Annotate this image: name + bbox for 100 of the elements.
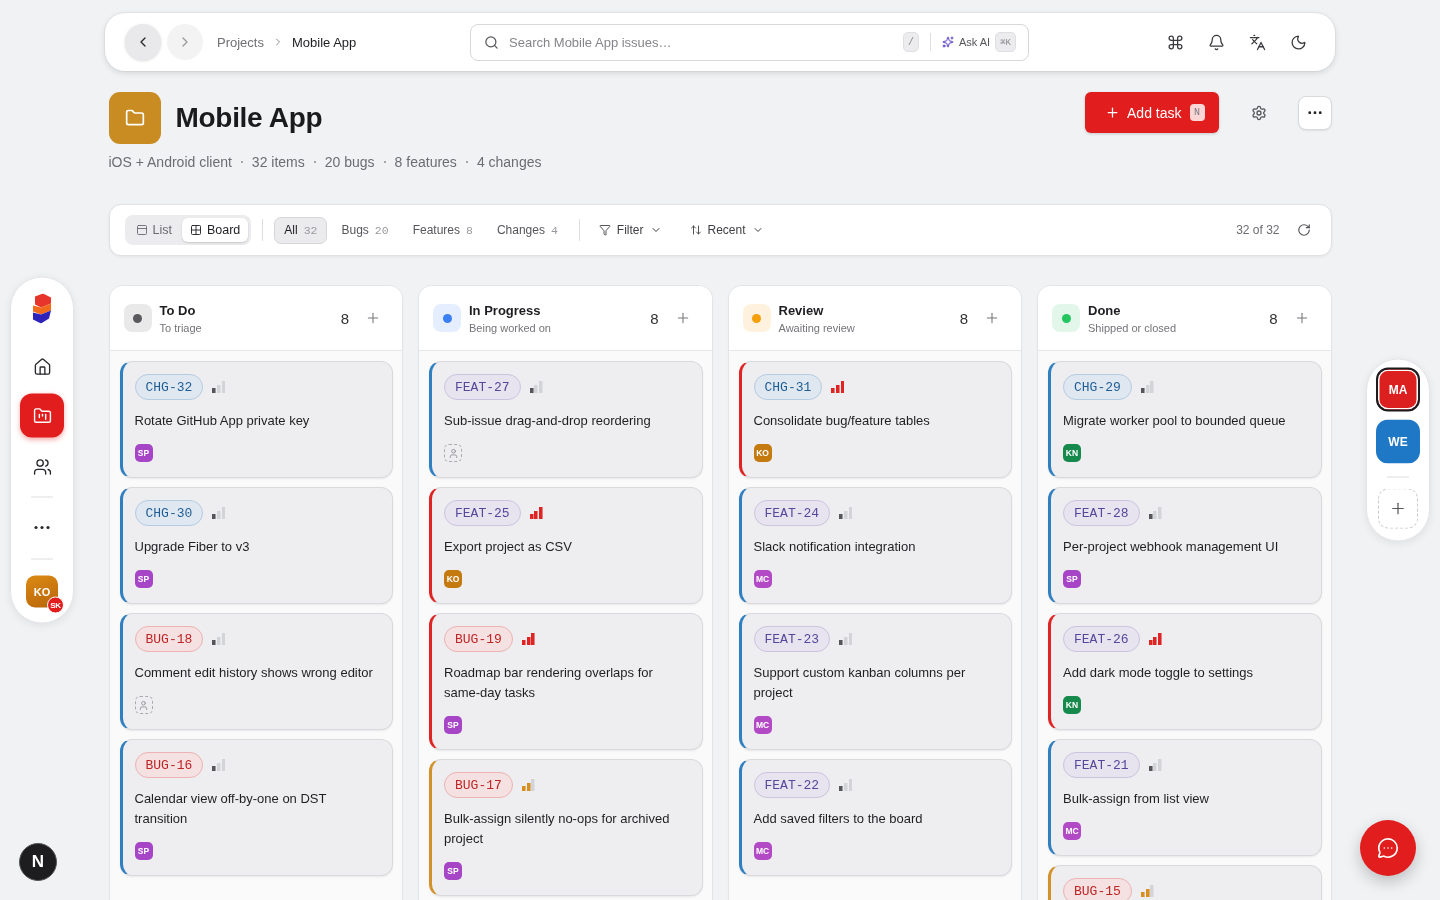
back-button[interactable] — [125, 24, 161, 60]
nav-item[interactable] — [20, 393, 64, 438]
task-card[interactable]: CHG-32 Rotate GitHub App private key SP — [119, 361, 393, 478]
task-title: Roadmap bar rendering overlaps for same-day tasks — [444, 664, 654, 702]
issue-id: BUG-17 — [444, 772, 513, 798]
filter-tab[interactable]: Features 8 — [402, 216, 483, 244]
assignee-avatar: KN — [1063, 696, 1081, 714]
chat-button[interactable] — [1360, 820, 1416, 876]
project-meta: 4 changes — [476, 154, 542, 170]
search-field[interactable]: Search Mobile App issues… / Ask AI ⌘K — [470, 23, 1029, 61]
column-count: 8 — [650, 309, 659, 327]
dev-badge[interactable]: N — [19, 843, 57, 881]
task-card[interactable]: BUG-19 Roadmap bar rendering overlaps for same-day tasks SP — [429, 613, 703, 750]
issue-id: FEAT-26 — [1063, 626, 1140, 652]
filter-tab[interactable]: All 32 — [274, 216, 328, 244]
task-card[interactable]: FEAT-28 Per-project webhook management UI SP — [1048, 487, 1322, 604]
task-card[interactable]: CHG-30 Upgrade Fiber to v3 SP — [119, 487, 393, 604]
issue-id: CHG-32 — [134, 374, 204, 400]
view-tab[interactable]: Board — [181, 218, 249, 242]
assignee-avatar: KO — [444, 570, 462, 588]
column-count: 8 — [340, 309, 349, 327]
bell-icon[interactable] — [1208, 33, 1225, 51]
column-count: 8 — [1269, 309, 1278, 327]
workspace-tile[interactable]: MA — [1376, 367, 1420, 412]
task-title: Consolidate bug/feature tables — [753, 412, 930, 430]
task-title: Rotate GitHub App private key — [134, 412, 310, 430]
assignee-avatar: SP — [134, 842, 153, 860]
filter-tab[interactable]: Bugs 20 — [331, 216, 399, 244]
plus-icon — [1105, 105, 1120, 120]
project-title: Mobile App — [175, 102, 323, 134]
add-card-icon[interactable] — [984, 310, 1000, 326]
view-tab[interactable]: List — [127, 218, 180, 242]
refresh-icon[interactable] — [1296, 223, 1311, 237]
task-card[interactable]: FEAT-21 Bulk-assign from list view MC — [1048, 739, 1322, 856]
kanban-folder-icon — [32, 406, 52, 425]
users-icon — [32, 457, 52, 476]
funnel-icon — [598, 224, 611, 236]
task-title: Upgrade Fiber to v3 — [134, 538, 250, 556]
task-title: Per-project webhook management UI — [1063, 538, 1279, 556]
issue-id: CHG-30 — [134, 500, 204, 526]
issue-id: FEAT-22 — [753, 772, 831, 798]
sort-icon — [689, 224, 702, 236]
assignee-avatar: SP — [134, 444, 153, 462]
task-card[interactable]: FEAT-24 Slack notification integration MC — [738, 487, 1012, 604]
column-subtitle: Shipped or closed — [1088, 321, 1177, 334]
assignee-avatar: MC — [753, 842, 772, 860]
chat-icon — [1377, 837, 1399, 859]
task-card[interactable]: BUG-17 Bulk-assign silently no-ops for archived project SP — [429, 759, 703, 896]
list-icon — [135, 224, 148, 236]
issue-id: BUG-19 — [444, 626, 513, 652]
task-title: Migrate worker pool to bounded queue — [1063, 412, 1286, 430]
breadcrumb-current: Mobile App — [291, 34, 357, 50]
unassigned-user-icon — [134, 696, 153, 714]
issue-id: FEAT-25 — [444, 500, 521, 526]
sort-button[interactable]: Recent — [681, 216, 772, 244]
task-card[interactable]: BUG-15 — [1048, 865, 1322, 900]
project-meta: 32 items — [251, 154, 305, 170]
task-title: Comment edit history shows wrong editor — [134, 664, 373, 682]
task-card[interactable]: CHG-31 Consolidate bug/feature tables KO — [738, 361, 1012, 478]
filter-button[interactable]: Filter — [590, 216, 670, 244]
task-card[interactable]: BUG-18 Comment edit history shows wrong editor — [119, 613, 393, 730]
issue-id: FEAT-24 — [753, 500, 831, 526]
translate-icon[interactable] — [1249, 33, 1266, 51]
breadcrumb-link[interactable]: Projects — [217, 34, 264, 50]
command-icon[interactable] — [1167, 33, 1184, 51]
column-subtitle: Awaiting review — [778, 321, 855, 334]
ellipsis-icon — [1307, 110, 1322, 115]
assignee-avatar: KN — [1063, 444, 1081, 462]
task-card[interactable]: FEAT-23 Support custom kanban columns per project MC — [738, 613, 1012, 750]
task-card[interactable]: FEAT-26 Add dark mode toggle to settings KN — [1048, 613, 1322, 730]
task-card[interactable]: FEAT-25 Export project as CSV KO — [429, 487, 703, 604]
task-card[interactable]: CHG-29 Migrate worker pool to bounded queue KN — [1048, 361, 1322, 478]
assignee-avatar: SP — [444, 862, 462, 880]
shortcut-key: / — [902, 32, 919, 52]
task-title: Support custom kanban columns per project — [753, 664, 967, 702]
project-meta: 8 features — [394, 154, 457, 170]
project-meta: 20 bugs — [324, 154, 375, 170]
sparkles-icon — [942, 36, 954, 48]
column-title: Review — [778, 302, 825, 318]
home-icon — [32, 357, 52, 376]
task-card[interactable]: FEAT-22 Add saved filters to the board MC — [738, 759, 1012, 876]
workspace-tile[interactable]: WE — [1376, 419, 1420, 464]
assignee-avatar: KO — [753, 444, 772, 462]
issue-id: BUG-15 — [1063, 878, 1132, 900]
assignee-avatar: SP — [134, 570, 153, 588]
add-card-icon[interactable] — [365, 310, 381, 326]
moon-icon[interactable] — [1290, 33, 1307, 51]
filter-tab[interactable]: Changes 4 — [486, 216, 568, 244]
issue-id: FEAT-28 — [1063, 500, 1140, 526]
issue-id: BUG-18 — [134, 626, 204, 652]
ask-ai-button[interactable]: Ask AI ⌘K — [942, 32, 1016, 52]
unassigned-user-icon — [444, 444, 462, 462]
issue-id: CHG-31 — [753, 374, 823, 400]
issue-id: FEAT-21 — [1063, 752, 1140, 778]
add-task-button[interactable]: Add task N — [1085, 92, 1219, 133]
task-card[interactable]: FEAT-27 Sub-issue drag-and-drop reordering — [429, 361, 703, 478]
assignee-avatar: MC — [753, 716, 772, 734]
task-card[interactable]: BUG-16 Calendar view off-by-one on DST transition SP — [119, 739, 393, 876]
settings-icon[interactable] — [1250, 104, 1267, 121]
grid-icon — [189, 224, 202, 236]
